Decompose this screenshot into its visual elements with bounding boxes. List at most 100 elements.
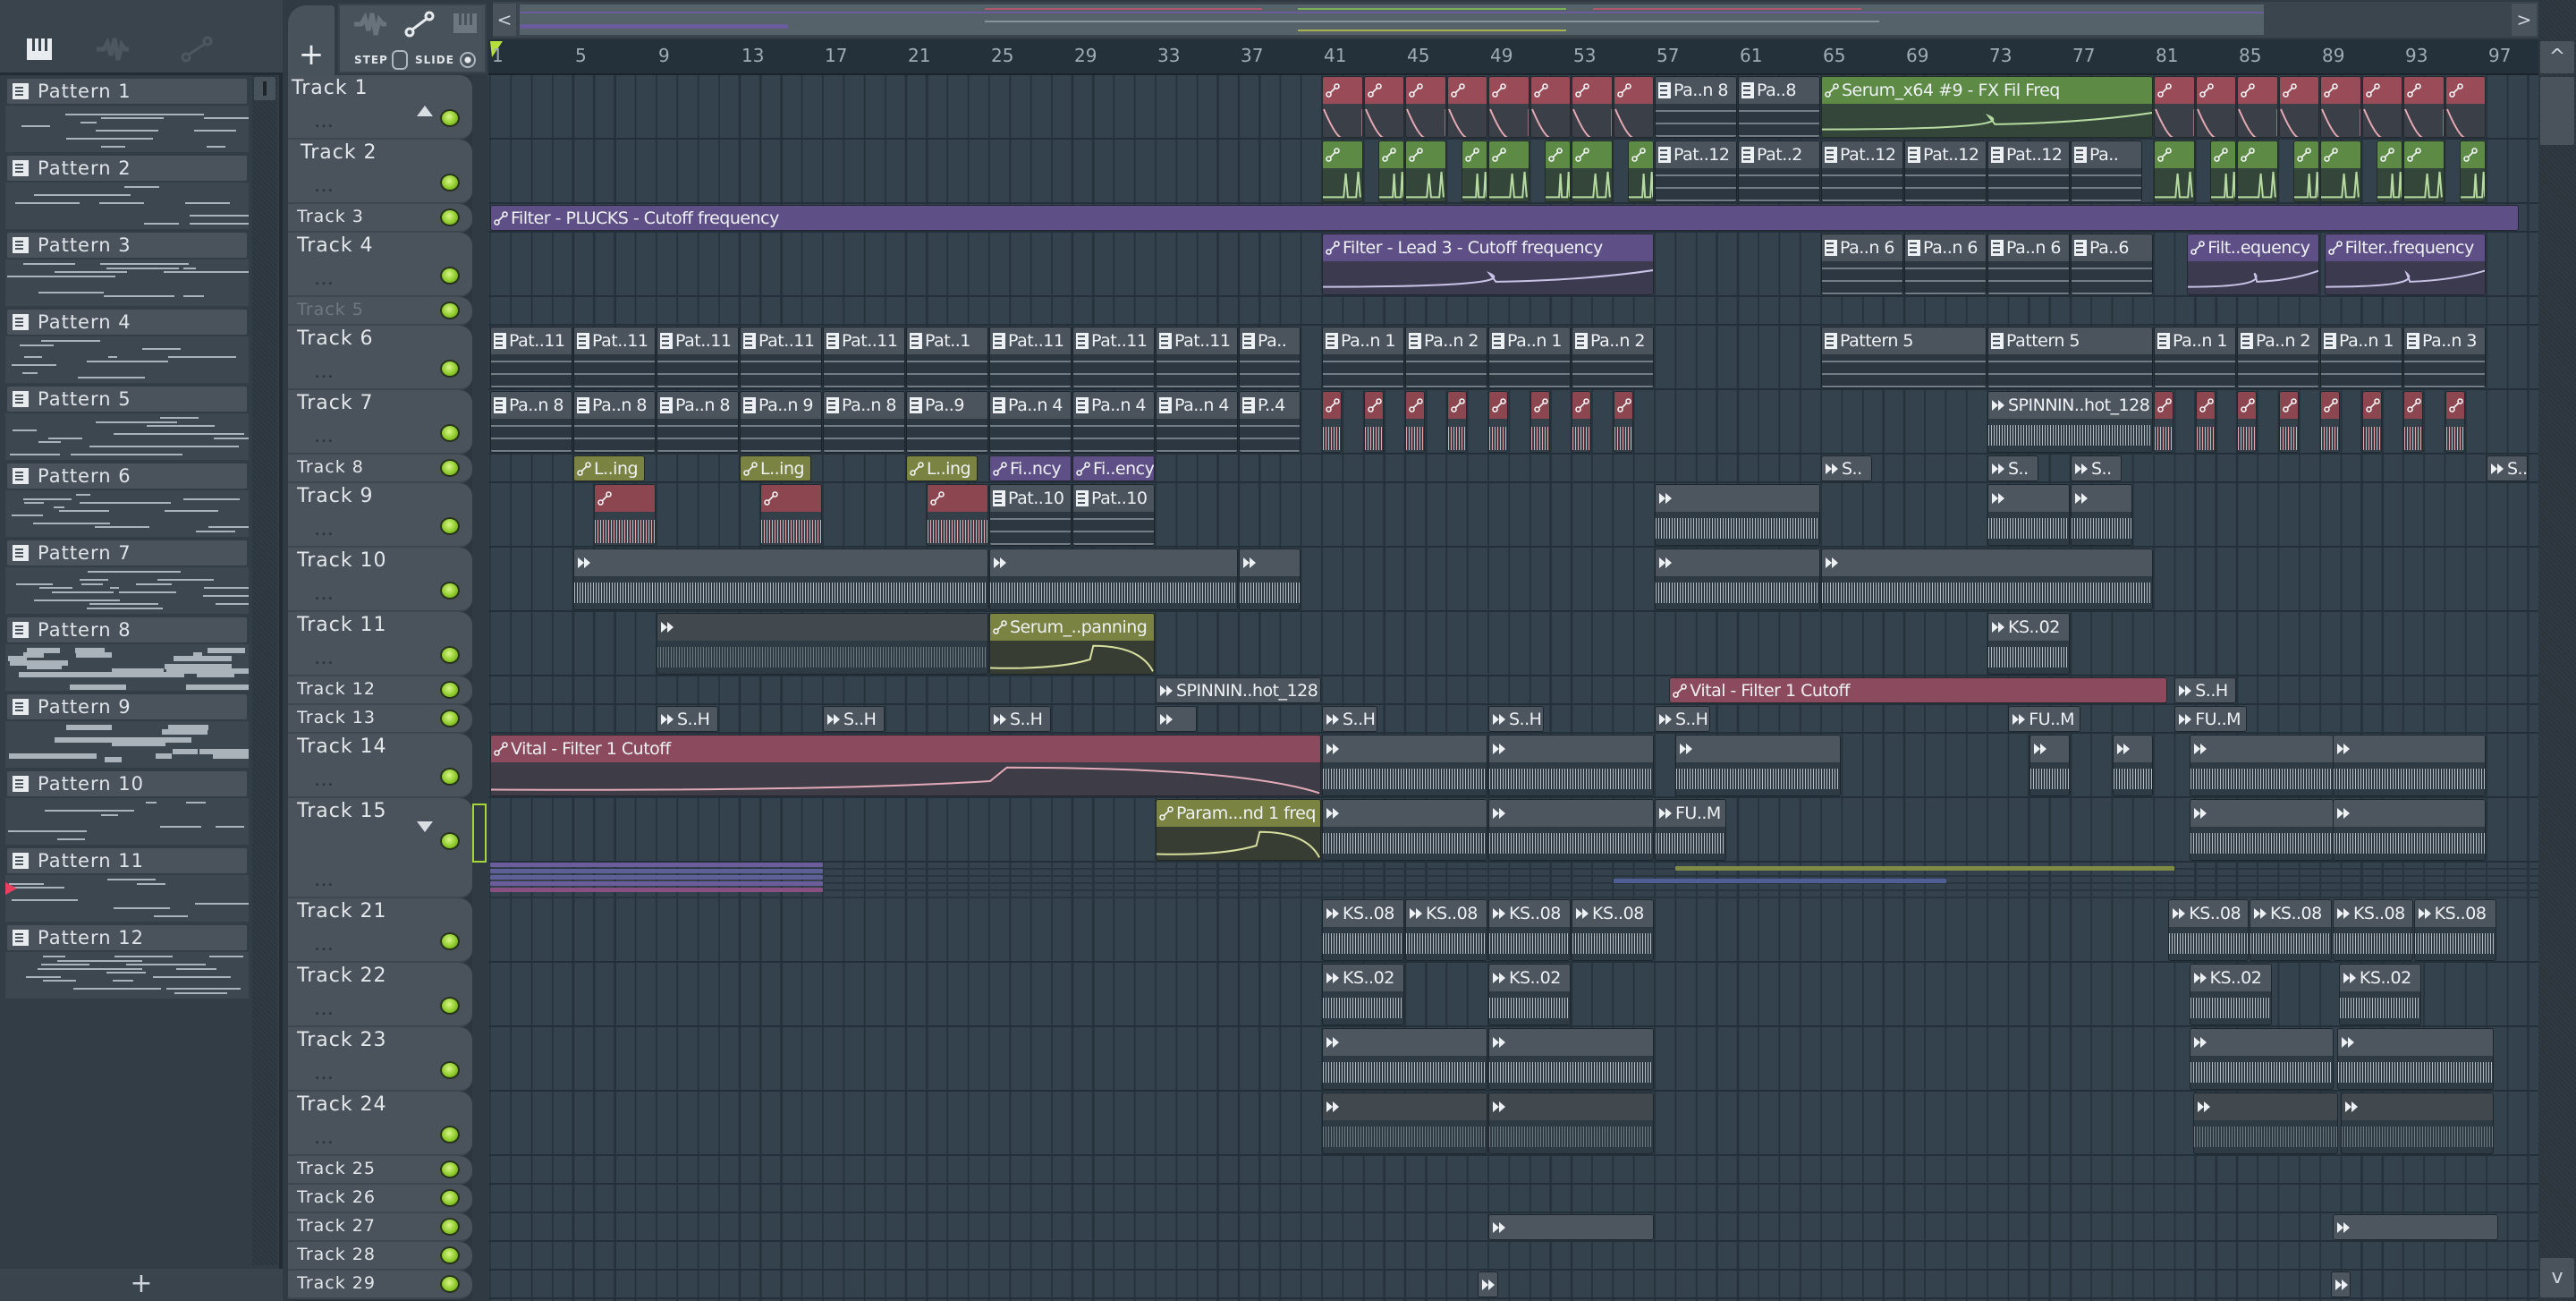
automation-tool-icon[interactable] [404, 11, 435, 41]
track-header[interactable]: Track 26 [288, 1185, 472, 1213]
clip-header[interactable]: Pat..1 [907, 327, 987, 354]
automation-clip[interactable]: L..ing [740, 455, 812, 481]
pattern-clip[interactable]: Pat..10 [1072, 484, 1155, 546]
track-more-button[interactable]: ... [315, 274, 335, 288]
automation-clip[interactable] [2195, 391, 2216, 453]
clip-header[interactable] [1489, 1215, 1653, 1239]
clip-header[interactable] [1323, 1029, 1487, 1056]
clip-header[interactable]: Pat..12 [1656, 141, 1736, 168]
clip-header[interactable]: Pa..n 2 [2238, 327, 2318, 354]
audio-clip[interactable]: S.. [1987, 455, 2039, 481]
pattern-clip[interactable]: Pa..n 8 [490, 391, 572, 453]
clip-header[interactable]: Pat..11 [657, 327, 738, 354]
pattern-clip[interactable]: Pat..11 [1156, 327, 1238, 388]
clip-header[interactable]: S..H [2487, 456, 2527, 480]
automation-clip[interactable] [2278, 76, 2319, 138]
collapse-up-arrow-icon[interactable] [417, 106, 433, 116]
clip-header[interactable]: S..H [990, 707, 1050, 731]
audio-clip[interactable] [1987, 484, 2070, 546]
automation-clip[interactable]: Fi..ency [1072, 455, 1155, 481]
automation-clip[interactable] [1363, 76, 1404, 138]
pattern-item[interactable]: Pattern 5 [5, 387, 249, 463]
clip-header[interactable] [2072, 485, 2131, 512]
automation-clip[interactable] [1572, 391, 1592, 453]
clip-header[interactable] [2404, 141, 2444, 168]
clip-header[interactable] [657, 614, 987, 641]
clip-header[interactable] [1572, 141, 1612, 168]
track-mute-led[interactable] [440, 1218, 460, 1236]
pattern-clip[interactable]: Pat..1 [906, 327, 988, 388]
pattern-clip[interactable]: Pa..n 4 [1072, 391, 1155, 453]
track-header[interactable]: Track 10... [288, 548, 472, 612]
audio-clip[interactable]: KS..08 [1405, 899, 1487, 961]
clip-header[interactable]: Serum_x64 #9 - FX Fil Freq [1822, 77, 2152, 104]
clip-header[interactable] [1489, 736, 1653, 762]
track-name[interactable]: Track 29 [297, 1273, 376, 1293]
audio-clip[interactable]: KS..02 [2338, 964, 2421, 1025]
clip-header[interactable]: KS..02 [2190, 965, 2271, 991]
automation-clip[interactable] [1572, 76, 1613, 138]
track-more-button[interactable]: ... [315, 181, 335, 195]
clip-header[interactable]: Pa..9 [907, 392, 987, 419]
audio-clip[interactable]: KS..02 [1987, 613, 2070, 675]
automation-clip[interactable]: Filter - Lead 3 - Cutoff frequency [1322, 234, 1654, 295]
clip-header[interactable]: S..H [1656, 707, 1709, 731]
clip-header[interactable]: KS..08 [2169, 900, 2248, 927]
track-header[interactable]: Track 15... [288, 798, 472, 898]
audio-clip[interactable] [573, 548, 988, 610]
track-mute-led[interactable] [440, 267, 460, 285]
clip-header[interactable] [1656, 549, 1819, 576]
audio-clip[interactable] [1655, 548, 1820, 610]
clip-header[interactable] [1157, 707, 1196, 731]
audio-clip[interactable] [1821, 548, 2153, 610]
clip-header[interactable] [1628, 141, 1653, 168]
clip-header[interactable]: Pa..n 6 [1988, 234, 2069, 261]
clip-header[interactable]: KS..08 [2333, 900, 2412, 927]
track-mute-led[interactable] [440, 582, 460, 599]
clip-header[interactable] [2155, 77, 2194, 104]
clip-header[interactable] [574, 549, 987, 576]
pattern-item[interactable]: Pattern 10 [5, 771, 249, 848]
audio-clip[interactable] [1488, 735, 1654, 796]
clip-header[interactable] [1364, 392, 1383, 419]
clip-header[interactable] [2155, 141, 2194, 168]
vertical-scrollbar[interactable]: ^ v [2538, 0, 2576, 1301]
scroll-left-button[interactable]: < [493, 4, 516, 36]
clip-header[interactable]: Pa..n 1 [2321, 327, 2402, 354]
track-header[interactable]: Track 29 [288, 1271, 472, 1299]
clip-header[interactable]: S.. [2072, 456, 2122, 480]
clip-header[interactable]: Pat..11 [824, 327, 904, 354]
audio-clip[interactable] [2112, 735, 2153, 796]
clip-header[interactable] [595, 485, 655, 512]
clip-header[interactable] [2293, 141, 2318, 168]
track-mute-led[interactable] [440, 174, 460, 191]
automation-clip[interactable] [1488, 76, 1530, 138]
clip-header[interactable] [2279, 77, 2318, 104]
track-more-button[interactable]: ... [315, 875, 335, 889]
audio-clip[interactable]: FU..M [2174, 706, 2247, 732]
track-more-button[interactable]: ... [315, 940, 335, 954]
clip-header[interactable]: Pa..n 8 [1656, 77, 1736, 104]
clip-header[interactable]: Pat..11 [491, 327, 572, 354]
clip-header[interactable] [1489, 800, 1653, 827]
clip-header[interactable] [761, 485, 821, 512]
pattern-clip[interactable]: Pa..n 1 [1488, 327, 1571, 388]
track-mute-led[interactable] [440, 1275, 460, 1293]
audio-clip[interactable] [1239, 548, 1301, 610]
track-name[interactable]: Track 8 [297, 457, 364, 477]
pattern-clip[interactable]: Pa..n 8 [823, 391, 905, 453]
pattern-clip[interactable]: Pa..n 2 [2237, 327, 2319, 388]
pattern-clip[interactable]: Pat..12 [1821, 140, 1903, 202]
clip-header[interactable]: L..ing [907, 456, 978, 480]
pattern-item[interactable]: Pattern 3 [5, 233, 249, 310]
track-name[interactable]: Track 7 [297, 392, 374, 414]
clip-header[interactable] [1447, 392, 1466, 419]
clip-header[interactable]: Pattern 5 [1988, 327, 2152, 354]
pattern-clip[interactable]: Pa.. [1239, 327, 1301, 388]
track-more-button[interactable]: ... [315, 367, 335, 381]
clip-header[interactable] [1323, 141, 1362, 168]
track-name[interactable]: Track 25 [297, 1159, 376, 1178]
pattern-clip[interactable]: Pat..11 [1072, 327, 1155, 388]
track-more-button[interactable]: ... [315, 524, 335, 539]
track-mute-led[interactable] [440, 109, 460, 127]
